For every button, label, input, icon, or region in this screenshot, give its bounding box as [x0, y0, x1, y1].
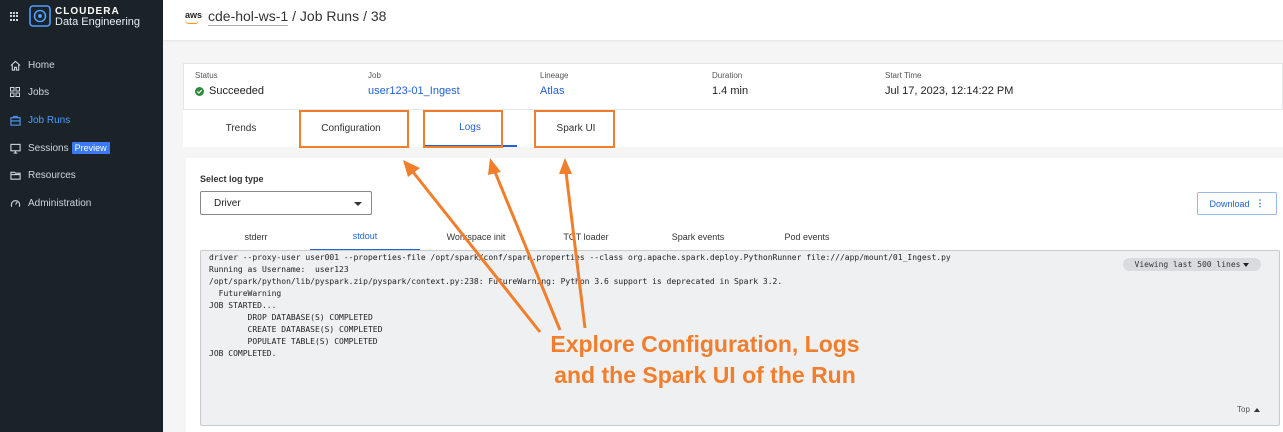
lineage-field: Lineage Atlas [540, 71, 568, 97]
aws-logo: aws [185, 10, 203, 20]
sidebar-item-label: Jobs [28, 86, 50, 98]
run-summary: Status Succeeded Job user123-01_Ingest L… [183, 63, 1283, 110]
log-type-label: Select log type [200, 174, 264, 184]
brand: CLOUDERA Data Engineering [0, 0, 163, 36]
preview-badge: Preview [71, 142, 110, 154]
log-line: driver --proxy-user user001 --properties… [209, 253, 951, 262]
configuration-highlight [299, 110, 409, 148]
lineage-link[interactable]: Atlas [540, 85, 568, 97]
subtab-spark-events[interactable]: Spark events [648, 223, 748, 251]
sidebar-item-label: Home [28, 59, 55, 71]
viewing-lines-label: Viewing last 500 lines [1134, 260, 1241, 269]
breadcrumb: cde-hol-ws-1 / Job Runs / 38 [208, 8, 386, 26]
sidebar-item-label: Sessions [28, 142, 69, 154]
tab-trends[interactable]: Trends [183, 110, 299, 147]
caret-down-icon [1243, 262, 1250, 267]
job-runs-icon [8, 113, 22, 127]
breadcrumb-job-runs[interactable]: / Job Runs [292, 8, 359, 26]
sidebar-item-label: Administration [28, 197, 92, 209]
log-type-select[interactable]: Driver [200, 191, 372, 215]
subtab-workspace-init[interactable]: Workspace init [426, 223, 526, 251]
sidebar-item-job-runs[interactable]: Job Runs [0, 109, 163, 131]
caret-up-icon [1253, 407, 1260, 412]
spark-ui-highlight [534, 110, 615, 148]
top-bar: aws cde-hol-ws-1 / Job Runs / 38 [163, 0, 1283, 40]
viewing-lines-dropdown[interactable]: Viewing last 500 lines [1123, 258, 1261, 271]
scroll-top-label: Top [1237, 405, 1250, 414]
annotation-callout: Explore Configuration, Logs and the Spar… [520, 329, 890, 391]
sessions-icon [8, 141, 22, 155]
sidebar-item-label: Job Runs [28, 114, 71, 126]
duration-value: 1.4 min [712, 85, 749, 97]
more-vertical-icon: ⋮ [1255, 198, 1265, 208]
subtab-pod-events[interactable]: Pod events [758, 223, 856, 251]
log-line: Running as Username: user123 [209, 265, 349, 274]
breadcrumb-run-id: / 38 [363, 8, 387, 24]
jobs-icon [8, 85, 22, 99]
start-time-field: Start Time Jul 17, 2023, 12:14:22 PM [885, 71, 1013, 97]
gauge-icon [8, 196, 22, 210]
start-time-value: Jul 17, 2023, 12:14:22 PM [885, 85, 1014, 97]
duration-label: Duration [712, 71, 743, 80]
sidebar-item-jobs[interactable]: Jobs [0, 81, 163, 103]
cloudera-logo-icon [29, 5, 51, 27]
job-label: Job [368, 71, 381, 80]
annotation-line-1: Explore Configuration, Logs [550, 331, 860, 357]
folder-icon [8, 168, 22, 182]
download-label: Download [1209, 198, 1250, 209]
annotation-line-2: and the Spark UI of the Run [554, 362, 856, 388]
aws-smile-icon [185, 20, 199, 24]
start-time-label: Start Time [885, 71, 922, 80]
job-field: Job user123-01_Ingest [368, 71, 460, 97]
lineage-label: Lineage [540, 71, 569, 80]
sidebar-item-resources[interactable]: Resources [0, 164, 163, 186]
status-value-row: Succeeded [195, 85, 264, 97]
log-line: /opt/spark/python/lib/pyspark.zip/pyspar… [209, 277, 783, 286]
scroll-top-button[interactable]: Top [1237, 405, 1260, 414]
log-type-value: Driver [214, 197, 241, 209]
app-grid-icon[interactable] [10, 12, 19, 21]
sidebar-item-sessions[interactable]: Sessions Preview [0, 137, 163, 159]
sidebar: CLOUDERA Data Engineering Home Jobs Job … [0, 0, 163, 432]
home-icon [8, 58, 22, 72]
status-field: Status Succeeded [195, 71, 264, 97]
sidebar-item-home[interactable]: Home [0, 54, 163, 76]
caret-down-icon [354, 202, 362, 206]
breadcrumb-workspace[interactable]: cde-hol-ws-1 [208, 8, 289, 26]
log-line: CREATE DATABASE(S) COMPLETED [209, 325, 383, 334]
subtab-stderr[interactable]: stderr [210, 223, 302, 251]
download-button[interactable]: Download ⋮ [1197, 192, 1277, 215]
log-line: JOB COMPLETED. [209, 349, 277, 358]
check-circle-icon [195, 86, 204, 96]
log-line: JOB STARTED... [209, 301, 277, 310]
sidebar-item-label: Resources [28, 169, 76, 181]
status-value: Succeeded [209, 85, 265, 97]
log-line: DROP DATABASE(S) COMPLETED [209, 313, 373, 322]
log-line: POPULATE TABLE(S) COMPLETED [209, 337, 378, 346]
subtab-tgt-loader[interactable]: TGT loader [538, 223, 634, 251]
duration-field: Duration 1.4 min [712, 71, 748, 97]
job-link[interactable]: user123-01_Ingest [368, 85, 460, 97]
brand-subtitle: Data Engineering [55, 16, 141, 28]
sidebar-item-administration[interactable]: Administration [0, 192, 163, 214]
log-line: FutureWarning [209, 289, 282, 298]
logs-highlight [423, 110, 503, 148]
status-label: Status [195, 71, 218, 80]
subtab-stdout[interactable]: stdout [310, 223, 420, 251]
